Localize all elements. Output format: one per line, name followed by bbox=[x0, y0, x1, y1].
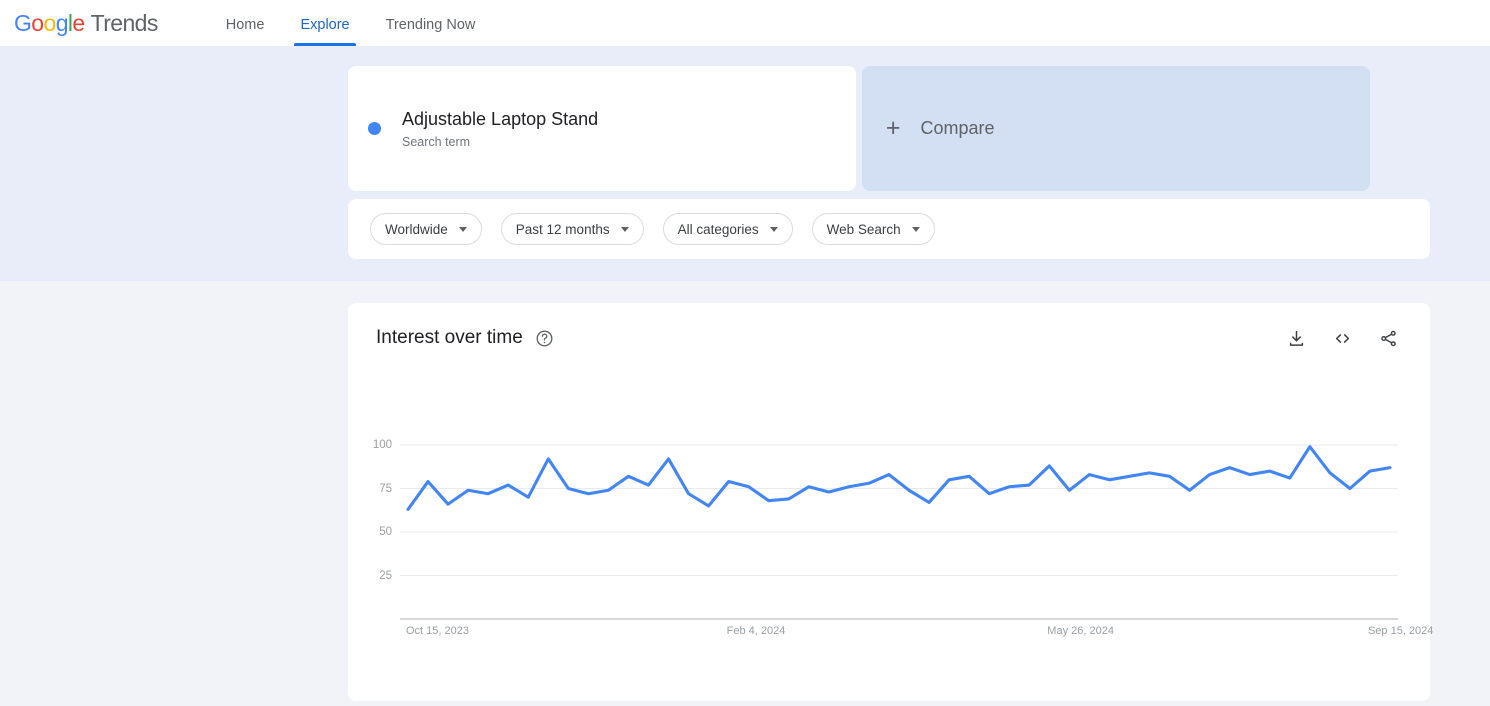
filter-search-type-label: Web Search bbox=[826, 221, 901, 237]
search-terms-row: Adjustable Laptop Stand Search term + Co… bbox=[0, 66, 1430, 191]
compare-label: Compare bbox=[920, 118, 995, 138]
logo-word-trends: Trends bbox=[90, 9, 159, 36]
chevron-down-icon bbox=[911, 226, 920, 232]
chevron-down-icon bbox=[458, 226, 467, 232]
filter-location[interactable]: Worldwide bbox=[370, 213, 482, 245]
code-brackets-icon[interactable] bbox=[1332, 329, 1353, 348]
trend-line-svg bbox=[400, 444, 1398, 620]
filter-category[interactable]: All categories bbox=[662, 213, 793, 245]
x-axis-tick-3: Sep 15, 2024 bbox=[1367, 625, 1434, 637]
chart-title-wrap: Interest over time bbox=[376, 327, 554, 349]
interest-over-time-plot: 100 75 50 25 Oct 15, 2023 Feb 4, 2024 May 26,… bbox=[348, 393, 1434, 693]
share-icon[interactable] bbox=[1379, 329, 1398, 348]
main-nav: Home Explore Trending Now bbox=[208, 0, 494, 46]
series-color-dot bbox=[368, 122, 381, 135]
y-axis-tick-75: 75 bbox=[379, 482, 392, 495]
filter-time-range-label: Past 12 months bbox=[515, 221, 610, 237]
query-zone: Adjustable Laptop Stand Search term + Co… bbox=[0, 46, 1490, 281]
interest-over-time-card: Interest over time 100 75 50 25 Oct 15, … bbox=[348, 303, 1434, 701]
chevron-down-icon bbox=[620, 226, 629, 232]
y-axis-tick-25: 25 bbox=[379, 569, 392, 582]
y-axis-tick-50: 50 bbox=[379, 526, 392, 538]
logo-letter-g1: G bbox=[14, 9, 32, 36]
google-trends-logo[interactable]: Go o g l e Trends bbox=[14, 10, 158, 37]
compare-card[interactable]: + Compare bbox=[861, 66, 1370, 191]
top-navigation-bar: Go o g l e Trends Home Explore Trending Now bbox=[0, 0, 1490, 46]
filter-location-label: Worldwide bbox=[385, 221, 448, 237]
nav-item-home[interactable]: Home bbox=[222, 17, 269, 47]
x-axis-tick-1: Feb 4, 2024 bbox=[726, 625, 786, 637]
filter-bar: Worldwide Past 12 months All categories … bbox=[348, 199, 1430, 259]
logo-letter-e: e bbox=[72, 9, 85, 36]
chart-title: Interest over time bbox=[376, 327, 523, 348]
logo-letter-o1: o bbox=[31, 9, 44, 36]
y-axis-tick-100: 100 bbox=[372, 439, 392, 451]
x-axis-tick-0: Oct 15, 2023 bbox=[406, 625, 469, 637]
search-term-title: Adjustable Laptop Stand bbox=[402, 109, 599, 130]
download-icon[interactable] bbox=[1287, 329, 1306, 348]
plus-icon: + bbox=[885, 114, 901, 142]
nav-item-trending-now[interactable]: Trending Now bbox=[382, 17, 480, 47]
chart-actions bbox=[1287, 329, 1398, 348]
filter-time-range[interactable]: Past 12 months bbox=[500, 213, 644, 245]
results-zone: Interest over time 100 75 50 25 Oct 15, … bbox=[0, 281, 1490, 706]
filter-search-type[interactable]: Web Search bbox=[811, 213, 935, 245]
search-term-card[interactable]: Adjustable Laptop Stand Search term bbox=[348, 66, 856, 191]
question-mark-circle-icon[interactable] bbox=[535, 329, 554, 348]
chart-header: Interest over time bbox=[348, 303, 1430, 349]
search-term-subtitle: Search term bbox=[402, 134, 471, 149]
logo-letter-o2: o bbox=[43, 9, 57, 36]
nav-item-explore[interactable]: Explore bbox=[294, 17, 356, 47]
logo-letter-g2: g bbox=[55, 9, 69, 36]
chevron-down-icon bbox=[769, 226, 778, 232]
filter-category-label: All categories bbox=[677, 221, 759, 237]
x-axis-tick-2: May 26, 2024 bbox=[1047, 625, 1114, 637]
